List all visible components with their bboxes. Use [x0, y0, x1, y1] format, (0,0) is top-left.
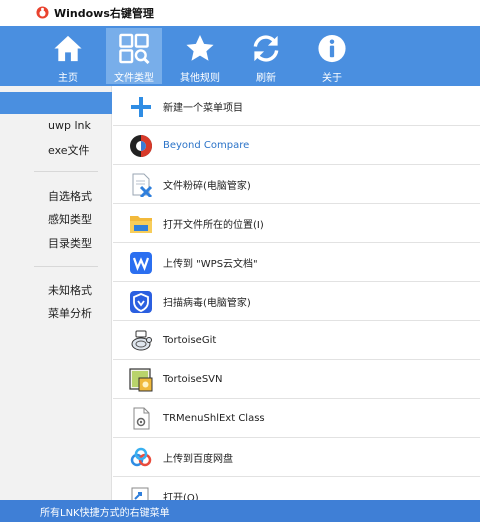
menu-item-open[interactable]: 打开(O) — [113, 477, 480, 500]
toolbar-label: 关于 — [322, 73, 342, 84]
title-bar: Windows右键管理 — [0, 0, 480, 26]
toolbar-home[interactable]: 主页 — [40, 28, 96, 84]
menu-item-trmenushlext[interactable]: TRMenuShlExt Class — [113, 399, 480, 438]
menu-item-label: 上传到 "WPS云文档" — [163, 258, 258, 270]
menu-item-label: TortoiseSVN — [163, 373, 223, 385]
sidebar-item-custom-format[interactable]: 自选格式 — [48, 188, 92, 204]
menu-item-label: Beyond Compare — [163, 139, 250, 151]
refresh-icon — [253, 35, 279, 62]
menu-item-beyond-compare[interactable]: Beyond Compare — [113, 126, 480, 165]
menu-item-label: 打开文件所在的位置(I) — [163, 219, 264, 231]
toolbar-label: 文件类型 — [114, 73, 154, 84]
status-text: 所有LNK快捷方式的右键菜单 — [40, 507, 170, 519]
window-title: Windows右键管理 — [54, 7, 154, 20]
sidebar-item-exe[interactable]: exe文件 — [48, 142, 90, 158]
info-icon — [318, 34, 346, 63]
sidebar-item-unknown-format[interactable]: 未知格式 — [48, 282, 92, 298]
wps-icon — [130, 252, 152, 274]
toolbar-other-rules[interactable]: 其他规则 — [172, 28, 228, 84]
beyond-compare-icon — [130, 135, 152, 157]
toolbar-label: 刷新 — [256, 73, 276, 84]
sidebar-divider — [34, 171, 98, 172]
shield-icon — [130, 291, 152, 313]
menu-item-tortoisesvn[interactable]: TortoiseSVN — [113, 360, 480, 399]
menu-item-tortoisegit[interactable]: TortoiseGit — [113, 321, 480, 360]
baidu-cloud-icon — [130, 447, 152, 467]
toolbar-label: 其他规则 — [180, 73, 220, 84]
toolbar-label: 主页 — [58, 73, 78, 84]
menu-item-label: TRMenuShlExt Class — [163, 412, 265, 424]
toolbar-file-types[interactable]: 文件类型 — [106, 28, 162, 84]
sidebar-item-selected[interactable] — [0, 92, 112, 114]
menu-item-virus-scan[interactable]: 扫描病毒(电脑管家) — [113, 282, 480, 321]
menu-item-wps-upload[interactable]: 上传到 "WPS云文档" — [113, 243, 480, 282]
folder-icon — [130, 216, 152, 233]
sidebar-item-uwp-lnk[interactable]: uwp lnk — [48, 119, 91, 132]
sidebar-divider — [34, 266, 98, 267]
tortoisesvn-icon — [129, 368, 153, 392]
document-gear-icon — [133, 407, 150, 430]
status-bar: 所有LNK快捷方式的右键菜单 — [0, 500, 480, 522]
file-shred-icon — [132, 173, 153, 197]
menu-item-label: 扫描病毒(电脑管家) — [163, 297, 251, 309]
tortoisegit-icon — [131, 330, 152, 351]
menu-item-label: 新建一个菜单项目 — [163, 102, 243, 114]
menu-item-label: 上传到百度网盘 — [163, 453, 233, 465]
menu-item-list: 新建一个菜单项目 Beyond Compare 文件粉碎(电脑管家) 打开文件所… — [113, 86, 480, 500]
menu-item-file-shred[interactable]: 文件粉碎(电脑管家) — [113, 165, 480, 204]
sidebar: uwp lnk exe文件 自选格式 感知类型 目录类型 未知格式 菜单分析 — [0, 86, 112, 500]
menu-item-label: TortoiseGit — [163, 334, 217, 346]
plus-icon — [131, 97, 151, 117]
sidebar-item-menu-analysis[interactable]: 菜单分析 — [48, 305, 92, 321]
toolbar-about[interactable]: 关于 — [304, 28, 360, 84]
menu-item-new[interactable]: 新建一个菜单项目 — [113, 87, 480, 126]
menu-item-open-location[interactable]: 打开文件所在的位置(I) — [113, 204, 480, 243]
menu-item-baidu-upload[interactable]: 上传到百度网盘 — [113, 438, 480, 477]
menu-item-label: 打开(O) — [163, 492, 199, 501]
toolbar-refresh[interactable]: 刷新 — [238, 28, 294, 84]
sidebar-item-directory-type[interactable]: 目录类型 — [48, 235, 92, 251]
app-icon — [36, 6, 49, 19]
shortcut-icon — [131, 487, 149, 500]
home-icon — [54, 35, 82, 62]
file-types-icon — [119, 33, 150, 64]
sidebar-item-perceived-type[interactable]: 感知类型 — [48, 211, 92, 227]
toolbar: 主页 文件类型 其他规则 刷新 关于 — [0, 26, 480, 86]
menu-item-label: 文件粉碎(电脑管家) — [163, 180, 251, 192]
star-icon — [186, 34, 214, 61]
